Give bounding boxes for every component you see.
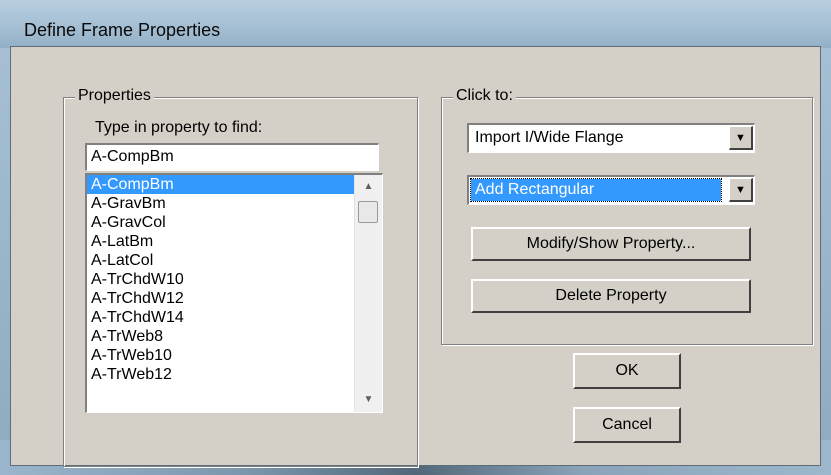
list-item[interactable]: A-TrWeb12 (87, 365, 382, 384)
import-section-value: Import I/Wide Flange (475, 129, 624, 146)
title-bar[interactable]: Define Frame Properties (0, 0, 831, 48)
find-property-label: Type in property to find: (95, 119, 263, 136)
properties-listbox[interactable]: A-CompBm A-GravBm A-GravCol A-LatBm A-LatCol… (85, 173, 383, 413)
scroll-up-arrow-icon[interactable]: ▲ (355, 177, 382, 197)
properties-group-label: Properties (75, 87, 154, 105)
list-item[interactable]: A-GravBm (87, 194, 382, 213)
list-item[interactable]: A-TrChdW14 (87, 308, 382, 327)
delete-property-button[interactable]: Delete Property (471, 279, 751, 313)
scroll-thumb[interactable] (358, 201, 378, 223)
dialog-client-area: Properties Type in property to find: A-C… (10, 46, 821, 467)
list-item[interactable]: A-GravCol (87, 213, 382, 232)
chevron-down-icon[interactable]: ▼ (729, 126, 753, 150)
ok-button[interactable]: OK (573, 353, 681, 389)
cancel-button[interactable]: Cancel (573, 407, 681, 443)
import-section-combo[interactable]: Import I/Wide Flange ▼ (467, 123, 755, 153)
list-item[interactable]: A-LatBm (87, 232, 382, 251)
add-section-combo[interactable]: Add Rectangular ▼ (467, 175, 755, 205)
list-item[interactable]: A-TrWeb8 (87, 327, 382, 346)
list-item[interactable]: A-TrChdW10 (87, 270, 382, 289)
properties-scrollbar[interactable]: ▲ ▼ (354, 175, 382, 412)
click-to-group-label: Click to: (453, 87, 516, 105)
list-item[interactable]: A-LatCol (87, 251, 382, 270)
list-item[interactable]: A-CompBm (87, 175, 382, 194)
find-property-input[interactable]: A-CompBm (85, 143, 379, 171)
dialog-window: Define Frame Properties Properties Type … (0, 0, 831, 475)
list-item[interactable]: A-TrWeb10 (87, 346, 382, 365)
properties-list: A-CompBm A-GravBm A-GravCol A-LatBm A-LatCol… (87, 175, 382, 384)
window-title: Define Frame Properties (24, 20, 221, 40)
list-item[interactable]: A-TrChdW12 (87, 289, 382, 308)
scroll-down-arrow-icon[interactable]: ▼ (355, 390, 382, 410)
chevron-down-icon[interactable]: ▼ (729, 178, 753, 202)
modify-show-property-button[interactable]: Modify/Show Property... (471, 227, 751, 261)
add-section-value: Add Rectangular (470, 178, 722, 202)
